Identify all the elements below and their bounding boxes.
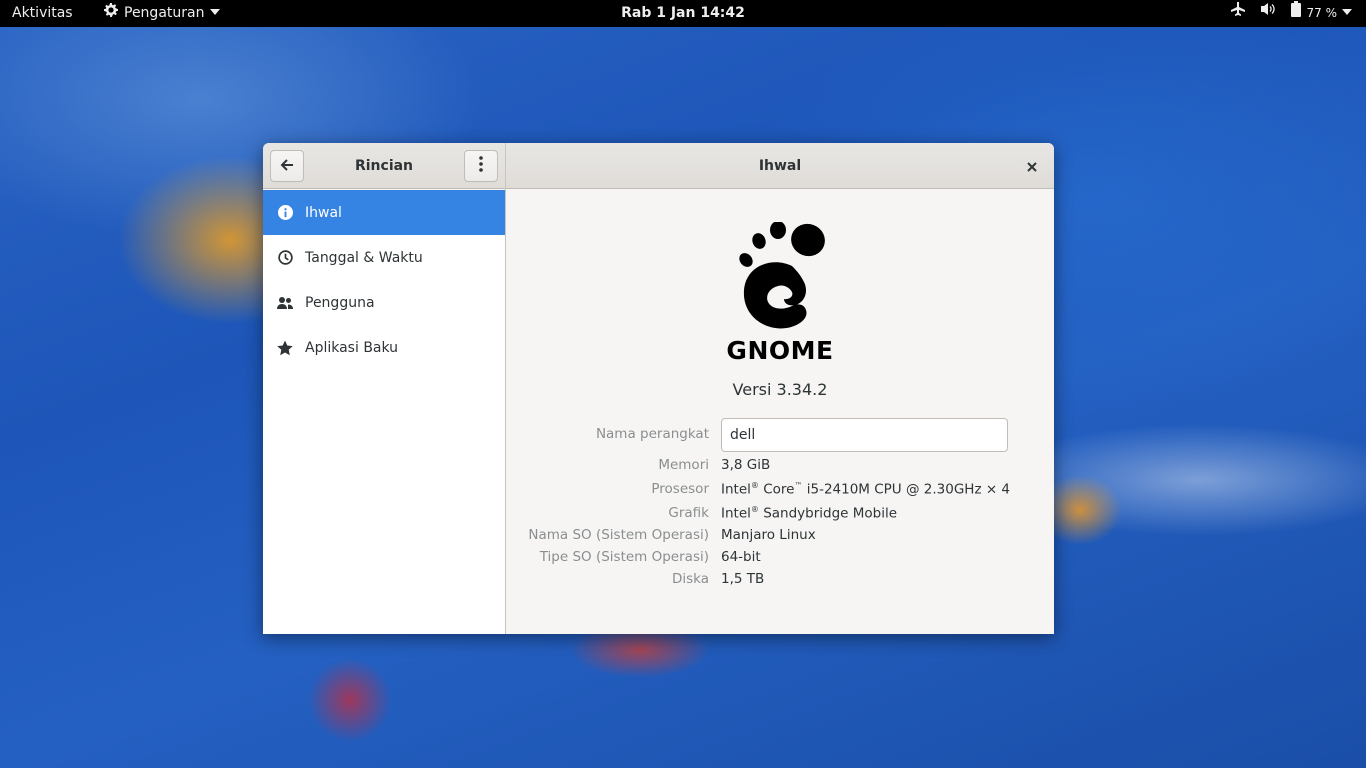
graphics-brand: Intel [721, 505, 751, 522]
sidebar-item-label: Ihwal [305, 204, 342, 221]
chevron-down-icon [210, 0, 221, 27]
arrow-left-icon [280, 157, 294, 176]
os-type-label: Tipe SO (Sistem Operasi) [539, 549, 709, 565]
sidebar-title: Rincian [354, 158, 414, 174]
about-panel: GNOME Versi 3.34.2 Nama perangkat Memori… [506, 190, 1054, 634]
chevron-down-icon [1342, 0, 1352, 27]
top-bar: Aktivitas Pengaturan Rab 1 Jan 14:42 77 … [0, 0, 1366, 27]
sidebar-item-label: Pengguna [305, 294, 375, 311]
content-headerbar: Ihwal [506, 143, 1054, 189]
sidebar-item-label: Tanggal & Waktu [305, 249, 423, 266]
memory-row: Memori 3,8 GiB [506, 457, 1054, 479]
sidebar-item-aplikasi-baku[interactable]: Aplikasi Baku [263, 325, 505, 370]
close-icon [1027, 157, 1037, 176]
graphics-label: Grafik [668, 505, 709, 521]
os-name-label: Nama SO (Sistem Operasi) [528, 527, 709, 543]
device-name-label: Nama perangkat [595, 426, 709, 442]
disk-value: 1,5 TB [721, 571, 765, 587]
processor-brand: Intel [721, 481, 751, 498]
gnome-wordmark: GNOME [726, 336, 834, 365]
activities-button[interactable]: Aktivitas [12, 0, 73, 27]
gear-icon [104, 0, 118, 27]
disk-row: Diska 1,5 TB [506, 571, 1054, 593]
battery-icon [1290, 0, 1302, 27]
processor-model: i5-2410M CPU @ 2.30GHz × 4 [806, 481, 1011, 498]
processor-value: Intel® Core™ i5-2410M CPU @ 2.30GHz × 4 [721, 481, 1011, 498]
gnome-foot-logo [728, 221, 832, 336]
system-tray[interactable]: 77 % [1230, 0, 1352, 27]
sidebar-item-tanggal-waktu[interactable]: Tanggal & Waktu [263, 235, 505, 280]
close-button[interactable] [1022, 156, 1042, 176]
memory-label: Memori [658, 457, 709, 473]
app-menu-button[interactable]: Pengaturan [104, 0, 221, 27]
page-title: Ihwal [758, 158, 802, 174]
info-icon [277, 205, 293, 221]
clock-button[interactable]: Rab 1 Jan 14:42 [621, 5, 745, 21]
device-name-field[interactable] [721, 418, 1008, 452]
os-name-value: Manjaro Linux [721, 527, 816, 543]
sidebar-headerbar: Rincian [263, 143, 505, 189]
processor-label: Prosesor [651, 481, 709, 497]
back-button[interactable] [270, 150, 304, 182]
sidebar-item-pengguna[interactable]: Pengguna [263, 280, 505, 325]
users-icon [277, 295, 293, 311]
sidebar-item-label: Aplikasi Baku [305, 339, 399, 356]
airplane-icon [1230, 0, 1246, 27]
processor-row: Prosesor Intel® Core™ i5-2410M CPU @ 2.3… [506, 481, 1054, 503]
memory-value: 3,8 GiB [721, 457, 771, 473]
settings-window: Rincian Ihwal Ihwal Tanggal & Waktu Peng… [263, 143, 1054, 634]
volume-icon [1260, 0, 1276, 27]
processor-core: Core [763, 481, 795, 498]
os-name-row: Nama SO (Sistem Operasi) Manjaro Linux [506, 527, 1054, 549]
menu-button[interactable] [464, 150, 498, 182]
sidebar: Ihwal Tanggal & Waktu Pengguna Aplikasi … [263, 190, 505, 634]
graphics-value: Intel® Sandybridge Mobile [721, 505, 898, 522]
sidebar-item-ihwal[interactable]: Ihwal [263, 190, 505, 235]
os-type-row: Tipe SO (Sistem Operasi) 64-bit [506, 549, 1054, 571]
os-type-value: 64-bit [721, 549, 761, 565]
kebab-menu-icon [479, 156, 483, 176]
graphics-row: Grafik Intel® Sandybridge Mobile [506, 505, 1054, 527]
clock-icon [277, 250, 293, 266]
star-icon [277, 340, 293, 356]
battery-percent: 77 % [1306, 6, 1338, 20]
app-menu-label: Pengaturan [124, 5, 205, 21]
disk-label: Diska [671, 571, 709, 587]
version-label: Versi 3.34.2 [732, 380, 828, 399]
graphics-model: Sandybridge Mobile [763, 505, 898, 522]
